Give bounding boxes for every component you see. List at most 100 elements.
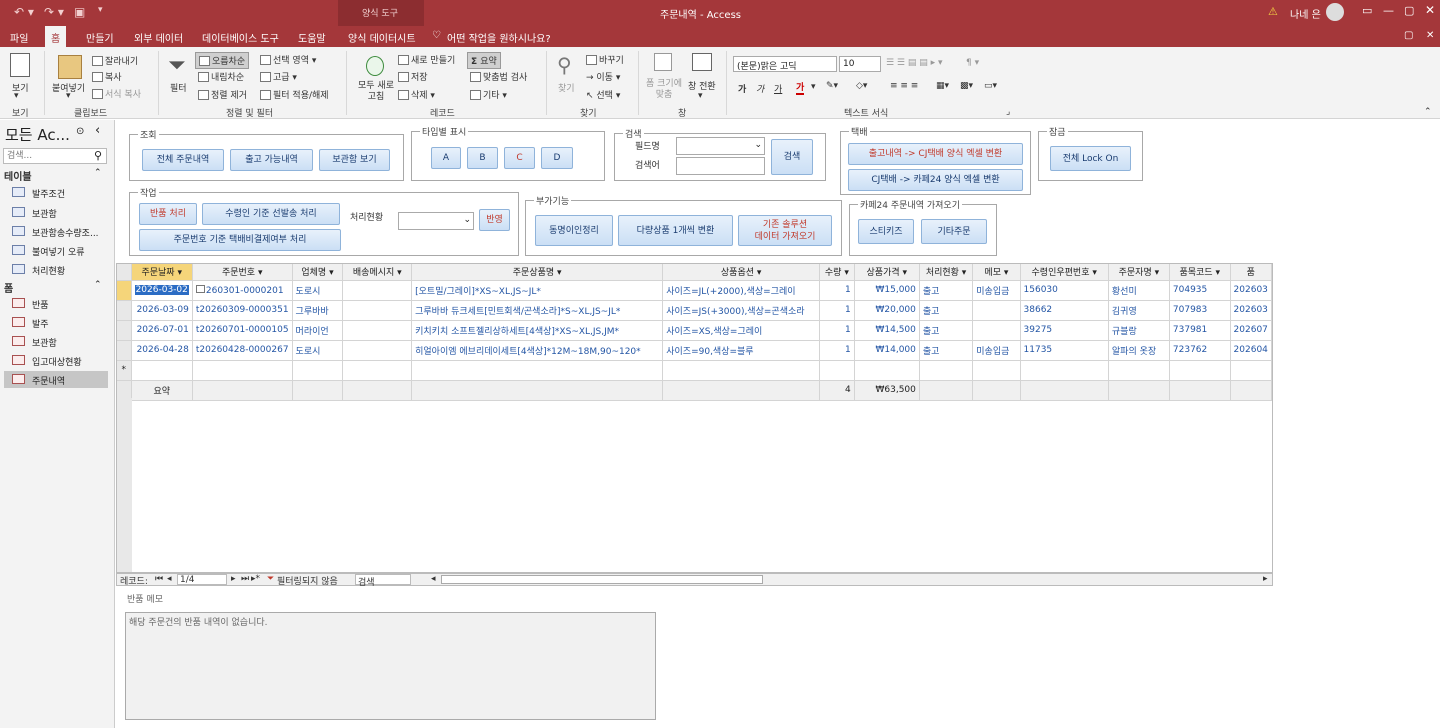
customize-qa-icon[interactable]: ▾ [98,5,103,15]
scroll-left-icon[interactable]: ◂ [431,574,436,584]
format-painter-button[interactable]: 서식 복사 [92,87,141,100]
item-code-cell[interactable]: 707983 [1169,300,1231,321]
column-header[interactable]: 주문자명 ▾ [1108,264,1170,281]
magnifier-icon[interactable]: ⚲ [557,53,572,77]
nav-collapse-icon[interactable]: ‹ [95,123,100,138]
sort-descending-button[interactable]: 내림차순 [198,70,244,83]
find-button[interactable]: 찾기 [558,81,575,94]
column-header[interactable]: 수령인우편번호 ▾ [1020,264,1109,281]
total-quantity[interactable]: 4 [819,380,855,401]
user-name[interactable]: 나네 은 [1290,6,1321,21]
table-row[interactable]: 2026-07-01 t20260701-0000105 머라이언 키치키치 소… [117,320,1272,341]
new-record-nav-icon[interactable]: ▸* [251,574,260,584]
apply-button[interactable]: 반영 [479,209,510,231]
chevron-down-icon[interactable]: ⌄ [754,140,762,150]
chevron-down-icon[interactable]: ▾ [14,91,19,101]
orderer-cell[interactable]: 김귀영 [1108,300,1170,321]
row-selector[interactable] [117,320,132,341]
orderer-cell[interactable]: 규블랑 [1108,320,1170,341]
chevron-up-icon[interactable]: ⌃ [94,280,102,290]
order-date-cell[interactable]: 2026-03-09 [131,300,193,321]
all-orders-button[interactable]: 전체 주문내역 [142,149,224,171]
minimize-icon[interactable]: — [1383,4,1394,17]
memo-cell[interactable] [972,320,1021,341]
empty-cell[interactable] [1108,360,1170,381]
column-header[interactable]: 수량 ▾ [819,264,855,281]
status-cell[interactable]: 출고 [919,340,974,361]
product-name-cell[interactable]: [오트밀/그레이]*XS~XL,JS~JL* [411,280,664,301]
nav-section-tables[interactable]: 테이블 [4,168,32,183]
order-date-cell[interactable]: 2026-04-28 [131,340,193,361]
vendor-cell[interactable]: 도로시 [292,340,344,361]
extra-cell[interactable]: 202607 [1230,320,1272,341]
product-name-cell[interactable]: 키치키치 소프트젤리상하세트[4색상]*XS~XL,JS,JM* [411,320,664,341]
table-row[interactable]: 2026-03-09 t20260309-0000351 그루바바 그루바바 듀… [117,300,1272,321]
shipping-message-cell[interactable] [342,340,413,361]
new-record-button[interactable]: 새로 만들기 [398,53,455,66]
stickys-button[interactable]: 스티키즈 [858,219,914,244]
redo-icon[interactable]: ↷ ▾ [44,5,64,19]
row-selector[interactable] [117,300,132,321]
empty-cell[interactable] [131,360,193,381]
highlight-icon[interactable]: ✎▾ [826,81,838,91]
cj-to-cafe24-button[interactable]: CJ택배 -> 카페24 양식 엑셀 변환 [848,169,1023,191]
extra-cell[interactable]: 202604 [1230,340,1272,361]
lock-all-button[interactable]: 전체 Lock On [1050,146,1131,171]
type-c-button[interactable]: C [504,147,535,169]
empty-cell[interactable] [342,360,413,381]
order-number-cell[interactable]: t20260428-0000267 [192,340,293,361]
chevron-down-icon[interactable]: ⌄ [463,215,471,225]
product-name-cell[interactable]: 그루바바 듀크세트[민트회색/곤색소라]*S~XL,JS~JL* [411,300,664,321]
zip-cell[interactable]: 38662 [1020,300,1109,321]
status-cell[interactable]: 출고 [919,300,974,321]
multi-item-button[interactable]: 다량상품 1개씩 변환 [618,215,733,246]
zip-cell[interactable]: 39275 [1020,320,1109,341]
row-selector[interactable] [117,380,132,401]
field-name-combo[interactable]: ⌄ [676,137,765,155]
vendor-cell[interactable]: 도로시 [292,280,344,301]
nav-item-form[interactable]: 주문내역 [4,371,108,388]
maximize-icon[interactable]: ▢ [1404,4,1414,17]
price-cell[interactable]: ₩14,000 [854,340,920,361]
sort-ascending-button[interactable]: 오름차순 [195,52,250,69]
remove-sort-button[interactable]: 정렬 제거 [198,88,247,101]
font-size-combo[interactable]: 10 [839,56,881,72]
shipping-message-cell[interactable] [342,320,413,341]
refresh-all-button[interactable]: 모두 새로 고침 [354,81,398,103]
tab-database-tools[interactable]: 데이터베이스 도구 [202,30,279,45]
column-header[interactable]: 업체명 ▾ [292,264,344,281]
indent-icons[interactable]: ¶ ▾ [966,58,979,68]
type-b-button[interactable]: B [467,147,498,169]
ribbon-options-icon[interactable]: ▭ [1362,4,1372,17]
more-button[interactable]: 기타 ▾ [470,88,507,101]
funnel-icon[interactable]: ⏷ [168,53,186,78]
product-option-cell[interactable]: 사이즈=JL(+2000),색상=그레이 [662,280,821,301]
courier-to-cj-button[interactable]: 출고내역 -> CJ택배 양식 엑셀 변환 [848,143,1023,165]
chevron-down-icon[interactable]: ▾ [66,91,71,101]
nav-item-table[interactable]: 보관함 [4,204,108,221]
order-number-cell[interactable]: t20260309-0000351 [192,300,293,321]
underline-icon[interactable]: 가 [774,82,782,95]
legacy-import-button[interactable]: 기존 솔루션 데이터 가져오기 [738,215,832,246]
empty-cell[interactable] [192,360,293,381]
order-number-cell[interactable]: 260301-0000201 [192,280,293,301]
return-process-button[interactable]: 반품 처리 [139,203,197,225]
selection-button[interactable]: 선택 영역 ▾ [260,53,316,66]
column-header[interactable]: 메모 ▾ [972,264,1021,281]
status-cell[interactable]: 출고 [919,320,974,341]
price-cell[interactable]: ₩14,500 [854,320,920,341]
refresh-icon[interactable] [366,56,384,76]
horizontal-scrollbar-thumb[interactable] [441,575,763,584]
column-header[interactable]: 품목코드 ▾ [1169,264,1231,281]
column-header[interactable]: 처리현황 ▾ [919,264,974,281]
product-option-cell[interactable]: 사이즈=XS,색상=그레이 [662,320,821,341]
last-record-icon[interactable]: ⏭ [241,574,249,584]
nav-item-table[interactable]: 처리현황 [4,261,108,278]
delete-record-button[interactable]: 삭제 ▾ [398,88,435,101]
nav-section-forms[interactable]: 폼 [4,280,13,295]
tell-me-input[interactable]: 어떤 작업을 원하시나요? [447,30,551,45]
total-price[interactable]: ₩63,500 [854,380,920,401]
collapse-ribbon-icon[interactable]: ⌃ [1424,107,1432,117]
return-memo-textbox[interactable]: 해당 주문건의 반품 내역이 없습니다. [125,612,656,720]
table-row[interactable]: 2026-04-28 t20260428-0000267 도로시 히얼아이엠 에… [117,340,1272,361]
